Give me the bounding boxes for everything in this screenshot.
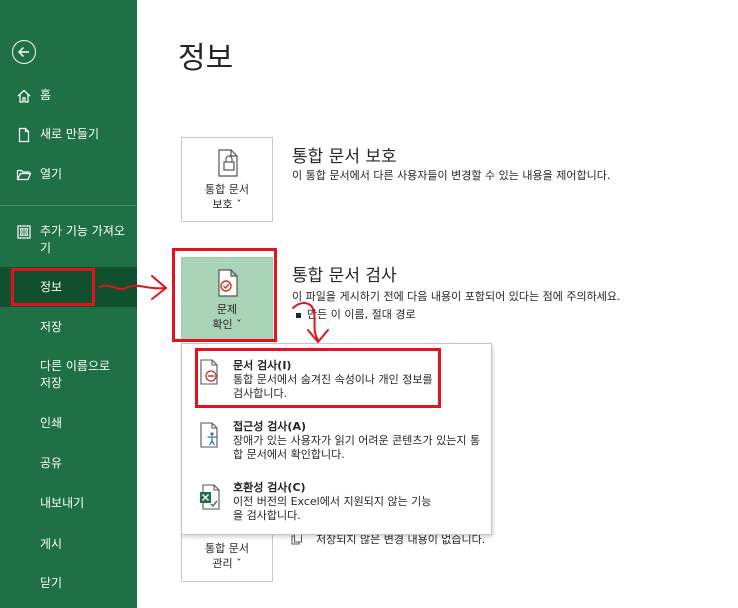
- protect-section-desc: 이 통합 문서에서 다른 사용자들이 변경할 수 있는 내용을 제어합니다.: [292, 169, 611, 182]
- highlight-box-info: [11, 268, 95, 306]
- accessibility-icon: [200, 422, 218, 448]
- sidebar-item-label: 닫기: [40, 576, 63, 590]
- sidebar-item-label: 내보내기: [40, 496, 85, 510]
- protect-workbook-button[interactable]: 통합 문서 보호 ˇ: [181, 137, 273, 222]
- menu-item-title: 호환성 검사(C): [233, 481, 306, 494]
- sidebar-item-label: 다른 이름으로 저장: [40, 359, 111, 390]
- sidebar-item-label: 홈: [40, 88, 52, 102]
- menu-item-desc: 이전 버전의 Excel에서 지원되지 않는 기능을 검사합니다.: [233, 495, 432, 522]
- bullet-square-icon: [296, 312, 301, 318]
- chevron-down-icon: ˇ: [236, 198, 242, 211]
- sidebar-item-label: 추가 기능 가져오기: [40, 224, 125, 255]
- sidebar-item-label: 인쇄: [40, 416, 63, 430]
- tile-label-line1: 통합 문서: [205, 542, 249, 555]
- home-icon: [17, 89, 31, 103]
- chevron-down-icon: ˇ: [236, 557, 242, 570]
- menu-item-desc: 장애가 있는 사용자가 읽기 어려운 콘텐츠가 있는지 통합 문서에서 확인합니…: [233, 434, 481, 461]
- sidebar-item-label: 게시: [40, 537, 63, 551]
- excel-compatibility-icon: [200, 484, 220, 510]
- manage-workbook-button[interactable]: 통합 문서 관리 ˇ: [181, 530, 273, 582]
- tile-label-line2: 관리 ˇ: [212, 557, 242, 570]
- menu-item-title: 접근성 검사(A): [233, 420, 306, 433]
- new-document-icon: [18, 127, 30, 143]
- lock-document-icon: [218, 149, 238, 177]
- inspect-section-desc: 이 파일을 게시하기 전에 다음 내용이 포함되어 있다는 점에 주의하세요.: [292, 290, 621, 303]
- addins-grid-icon: [17, 225, 31, 239]
- inspect-section-title: 통합 문서 검사: [292, 266, 397, 286]
- menu-item-check-compatibility[interactable]: 호환성 검사(C) 이전 버전의 Excel에서 지원되지 않는 기능을 검사합…: [182, 474, 491, 534]
- tile-label-line1: 통합 문서: [205, 183, 249, 196]
- page-title: 정보: [178, 41, 234, 76]
- folder-open-icon: [16, 169, 32, 181]
- sidebar-item-label: 공유: [40, 456, 63, 470]
- excel-backstage: 홈 새로 만들기 열기 추가 기능 가져오기 정보 저장 다른 이름으로 저장 …: [0, 0, 738, 608]
- highlight-box-inspect-document: [195, 348, 441, 408]
- protect-section-title: 통합 문서 보호: [292, 147, 397, 167]
- sidebar-item-label: 저장: [40, 320, 63, 334]
- inspect-bullet: 만든 이 이름, 절대 경로: [296, 306, 416, 322]
- sidebar-item-label: 열기: [40, 167, 63, 181]
- sidebar-item-label: 새로 만들기: [40, 127, 100, 141]
- backstage-sidebar: 홈 새로 만들기 열기 추가 기능 가져오기 정보 저장 다른 이름으로 저장 …: [0, 0, 137, 608]
- highlight-box-check-issues: [172, 248, 277, 342]
- menu-item-check-accessibility[interactable]: 접근성 검사(A) 장애가 있는 사용자가 읽기 어려운 콘텐츠가 있는지 통합…: [182, 412, 491, 472]
- tile-label-line2: 보호 ˇ: [212, 198, 242, 211]
- sidebar-divider: [0, 205, 137, 206]
- back-arrow-icon[interactable]: [12, 40, 36, 64]
